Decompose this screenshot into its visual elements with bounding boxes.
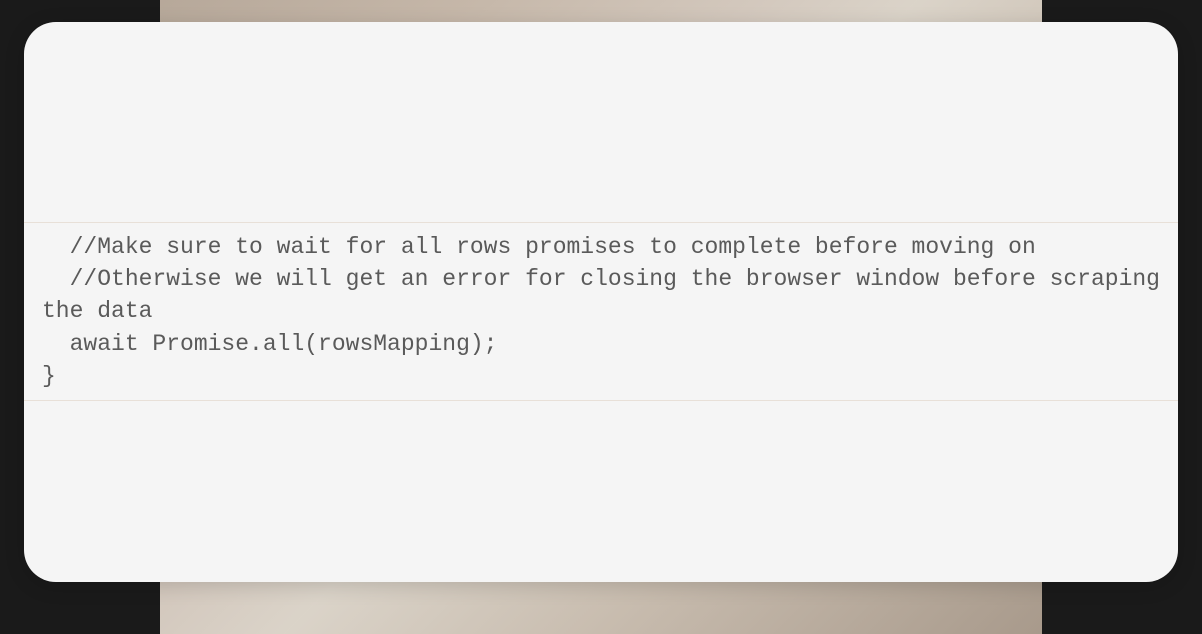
code-card: //Make sure to wait for all rows promise… xyxy=(24,22,1178,582)
code-block: //Make sure to wait for all rows promise… xyxy=(24,222,1178,401)
code-content: //Make sure to wait for all rows promise… xyxy=(42,231,1160,392)
